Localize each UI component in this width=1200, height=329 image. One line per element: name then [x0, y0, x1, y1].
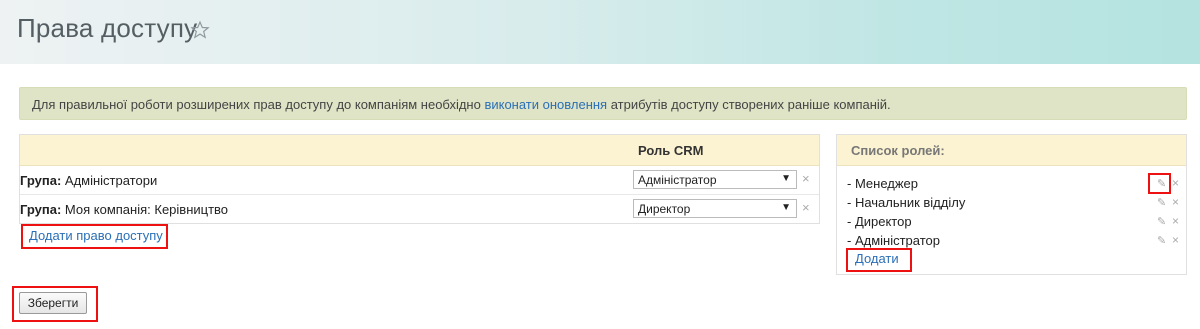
access-table: Роль CRM Група: Адміністратори Адміністр…	[19, 134, 820, 224]
access-table-header: Роль CRM	[20, 135, 819, 166]
remove-row-icon[interactable]: ×	[802, 200, 810, 215]
pencil-icon[interactable]: ✎	[1157, 234, 1166, 247]
pencil-icon[interactable]: ✎	[1157, 196, 1166, 209]
alert-text-after: атрибутів доступу створених раніше компа…	[607, 97, 891, 112]
dropdown-arrow-icon: ▼	[781, 173, 791, 184]
highlight-box-add-role	[846, 248, 912, 272]
row-label: Група: Адміністратори	[20, 173, 157, 188]
role-item-department-head: - Начальник відділу	[847, 195, 966, 210]
row-label-prefix: Група:	[20, 173, 62, 188]
delete-role-icon[interactable]: ×	[1172, 176, 1179, 190]
delete-role-icon[interactable]: ×	[1172, 214, 1179, 228]
role-item-director: - Директор	[847, 214, 912, 229]
role-select[interactable]: Адміністратор ▼	[633, 170, 797, 189]
highlight-box-edit-role	[1148, 173, 1171, 194]
role-select[interactable]: Директор ▼	[633, 199, 797, 218]
role-select-value: Адміністратор	[638, 173, 717, 187]
table-row: Група: Моя компанія: Керівництво Директо…	[20, 195, 819, 223]
highlight-box-add-access	[21, 224, 168, 249]
remove-row-icon[interactable]: ×	[802, 171, 810, 186]
alert-text-before: Для правильної роботи розширених прав до…	[32, 97, 485, 112]
pencil-icon[interactable]: ✎	[1157, 215, 1166, 228]
row-label-value: Моя компанія: Керівництво	[61, 202, 229, 217]
page-header: Права доступу	[0, 0, 1200, 64]
row-label-prefix: Група:	[20, 202, 62, 217]
row-label-value: Адміністратори	[61, 173, 158, 188]
delete-role-icon[interactable]: ×	[1172, 195, 1179, 209]
role-item-administrator: - Адміністратор	[847, 233, 940, 248]
page-title: Права доступу	[17, 13, 198, 43]
row-label: Група: Моя компанія: Керівництво	[20, 202, 228, 217]
dropdown-arrow-icon: ▼	[781, 202, 791, 213]
role-column-header: Роль CRM	[638, 143, 704, 158]
update-link[interactable]: виконати оновлення	[484, 97, 607, 112]
role-item-manager: - Менеджер	[847, 176, 919, 191]
roles-panel-title: Список ролей:	[851, 143, 945, 158]
update-alert: Для правильної роботи розширених прав до…	[19, 87, 1187, 120]
delete-role-icon[interactable]: ×	[1172, 233, 1179, 247]
star-icon[interactable]	[190, 20, 210, 40]
table-row: Група: Адміністратори Адміністратор ▼ ×	[20, 166, 819, 195]
role-select-value: Директор	[638, 202, 691, 216]
roles-panel-header: Список ролей:	[837, 135, 1186, 166]
highlight-box-save	[12, 286, 98, 322]
